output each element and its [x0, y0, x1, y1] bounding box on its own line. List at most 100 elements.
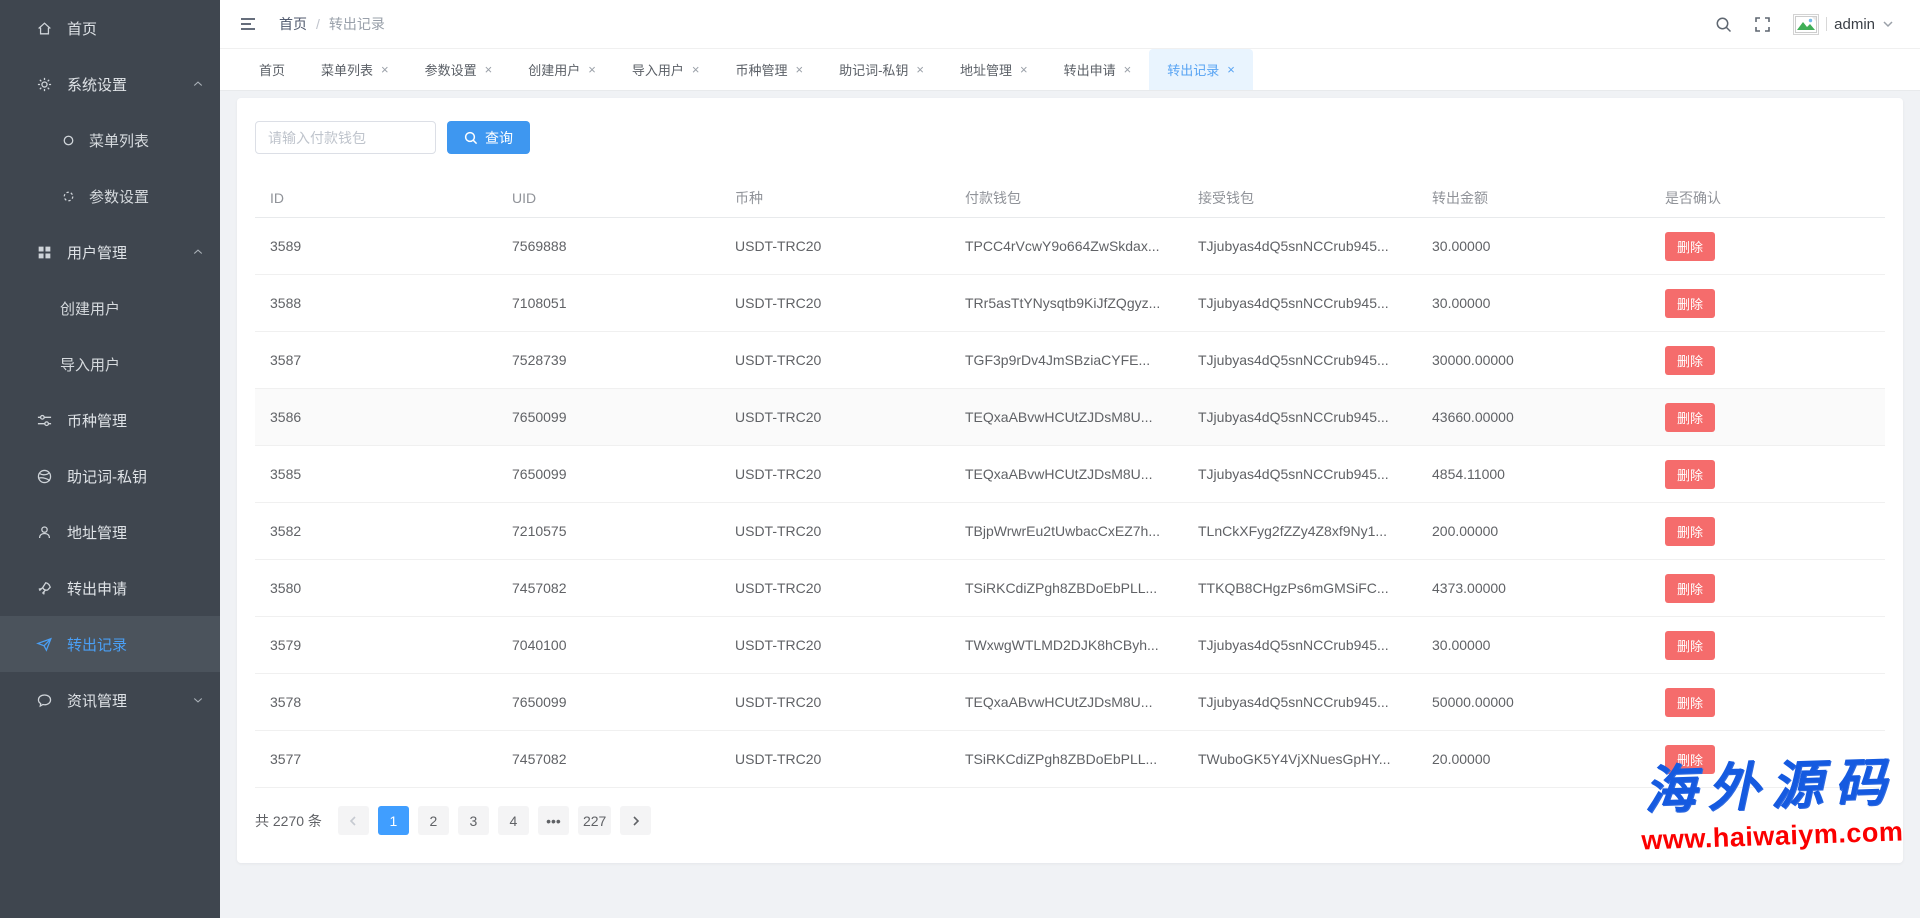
cell-from_wallet: TEQxaABvwHCUtZJDsM8U... [965, 409, 1198, 425]
delete-button[interactable]: 删除 [1665, 631, 1715, 660]
pagination: 共 2270 条 1234•••227 [255, 806, 1885, 835]
pagination-prev-button[interactable] [338, 806, 369, 835]
table-row: 35797040100USDT-TRC20TWxwgWTLMD2DJK8hCBy… [255, 617, 1885, 674]
delete-button[interactable]: 删除 [1665, 346, 1715, 375]
tab-close-icon[interactable]: × [1124, 63, 1132, 76]
sidebar: 首页系统设置菜单列表参数设置用户管理创建用户导入用户币种管理助记词-私钥地址管理… [0, 0, 220, 918]
sidebar-item-coin-management[interactable]: 币种管理 [0, 392, 220, 448]
delete-button[interactable]: 删除 [1665, 745, 1715, 774]
cell-id: 3579 [270, 637, 512, 653]
sidebar-item-label: 菜单列表 [89, 130, 204, 151]
sidebar-item-label: 地址管理 [67, 522, 204, 543]
delete-button[interactable]: 删除 [1665, 232, 1715, 261]
cell-uid: 7569888 [512, 238, 735, 254]
query-button[interactable]: 查询 [447, 121, 530, 154]
column-header: 付款钱包 [965, 188, 1198, 208]
sidebar-item-param-settings[interactable]: 参数设置 [0, 168, 220, 224]
divider [1826, 17, 1827, 31]
sidebar-item-label: 转出记录 [67, 634, 204, 655]
tabs-bar: 首页菜单列表×参数设置×创建用户×导入用户×币种管理×助记词-私钥×地址管理×转… [220, 49, 1920, 91]
sidebar-item-mnemonic-key[interactable]: 助记词-私钥 [0, 448, 220, 504]
dashed-gear-icon [60, 188, 77, 205]
cell-amount: 4854.11000 [1432, 466, 1665, 482]
pagination-page-3[interactable]: 3 [458, 806, 489, 835]
cell-actions: 删除 [1665, 232, 1885, 261]
sidebar-item-menu-list[interactable]: 菜单列表 [0, 112, 220, 168]
sidebar-item-create-user[interactable]: 创建用户 [0, 280, 220, 336]
delete-button[interactable]: 删除 [1665, 688, 1715, 717]
delete-button[interactable]: 删除 [1665, 574, 1715, 603]
tab-导入用户[interactable]: 导入用户 × [614, 49, 718, 90]
sidebar-item-label: 系统设置 [67, 74, 192, 95]
cell-id: 3578 [270, 694, 512, 710]
tab-参数设置[interactable]: 参数设置 × [407, 49, 511, 90]
tab-创建用户[interactable]: 创建用户× [510, 49, 614, 90]
tab-币种管理[interactable]: 币种管理× [717, 49, 821, 90]
payment-wallet-input[interactable] [255, 121, 436, 154]
breadcrumb-home[interactable]: 首页 [279, 14, 307, 34]
table-row: 35857650099USDT-TRC20TEQxaABvwHCUtZJDsM8… [255, 446, 1885, 503]
sidebar-item-label: 创建用户 [60, 298, 204, 319]
cell-coin: USDT-TRC20 [735, 238, 965, 254]
tab-close-icon[interactable]: × [1020, 63, 1028, 76]
tab-close-icon[interactable]: × [588, 63, 596, 76]
pagination-page-4[interactable]: 4 [498, 806, 529, 835]
sliders-icon [36, 412, 53, 429]
sidebar-item-transfer-records[interactable]: 转出记录 [0, 616, 220, 672]
sidebar-item-import-user[interactable]: 导入用户 [0, 336, 220, 392]
topbar-actions: admin [1715, 14, 1894, 35]
delete-button[interactable]: 删除 [1665, 289, 1715, 318]
fullscreen-icon[interactable] [1754, 16, 1771, 33]
pagination-ellipsis[interactable]: ••• [538, 806, 569, 835]
sidebar-item-user-management[interactable]: 用户管理 [0, 224, 220, 280]
cell-from_wallet: TGF3p9rDv4JmSBziaCYFE... [965, 352, 1198, 368]
tab-首页[interactable]: 首页 [241, 49, 303, 90]
delete-button[interactable]: 删除 [1665, 517, 1715, 546]
pagination-page-2[interactable]: 2 [418, 806, 449, 835]
tab-close-icon[interactable]: × [795, 63, 803, 76]
breadcrumb-current: 转出记录 [329, 14, 385, 34]
sidebar-item-address-management[interactable]: 地址管理 [0, 504, 220, 560]
chat-icon [36, 692, 53, 709]
tab-地址管理[interactable]: 地址管理× [942, 49, 1046, 90]
cell-from_wallet: TSiRKCdiZPgh8ZBDoEbPLL... [965, 751, 1198, 767]
column-header: 转出金额 [1432, 188, 1665, 208]
column-header: 是否确认 [1665, 188, 1885, 208]
cell-id: 3582 [270, 523, 512, 539]
tab-close-icon[interactable]: × [381, 63, 389, 76]
cell-to_wallet: TJjubyas4dQ5snNCCrub945... [1198, 409, 1432, 425]
tab-close-icon[interactable]: × [916, 63, 924, 76]
column-header: 币种 [735, 188, 965, 208]
chevron-down-icon [192, 694, 204, 706]
sidebar-item-label: 参数设置 [89, 186, 204, 207]
cell-coin: USDT-TRC20 [735, 352, 965, 368]
pagination-page-227[interactable]: 227 [578, 806, 611, 835]
cell-to_wallet: TJjubyas4dQ5snNCCrub945... [1198, 694, 1432, 710]
pagination-page-1[interactable]: 1 [378, 806, 409, 835]
cell-coin: USDT-TRC20 [735, 751, 965, 767]
tab-close-icon[interactable]: × [692, 63, 700, 76]
tab-转出申请[interactable]: 转出申请 × [1046, 49, 1150, 90]
delete-button[interactable]: 删除 [1665, 460, 1715, 489]
search-icon[interactable] [1715, 16, 1732, 33]
cell-actions: 删除 [1665, 289, 1885, 318]
tab-菜单列表[interactable]: 菜单列表× [303, 49, 407, 90]
tab-close-icon[interactable]: × [485, 63, 493, 76]
pagination-next-button[interactable] [620, 806, 651, 835]
home-icon [36, 20, 53, 37]
cell-to_wallet: TJjubyas4dQ5snNCCrub945... [1198, 637, 1432, 653]
cell-amount: 200.00000 [1432, 523, 1665, 539]
sidebar-item-news-management[interactable]: 资讯管理 [0, 672, 220, 728]
sidebar-item-transfer-apply[interactable]: 转出申请 [0, 560, 220, 616]
sidebar-item-system-settings[interactable]: 系统设置 [0, 56, 220, 112]
delete-button[interactable]: 删除 [1665, 403, 1715, 432]
hamburger-icon[interactable] [239, 15, 257, 33]
tab-助记词-私钥[interactable]: 助记词-私钥× [821, 49, 942, 90]
tab-label: 转出申请 [1064, 60, 1116, 79]
tab-label: 参数设置 [425, 60, 477, 79]
tab-label: 导入用户 [632, 60, 684, 79]
tab-close-icon[interactable]: × [1227, 63, 1235, 76]
tab-转出记录[interactable]: 转出记录× [1149, 49, 1253, 90]
user-menu[interactable]: admin [1793, 14, 1894, 35]
sidebar-item-home[interactable]: 首页 [0, 0, 220, 56]
